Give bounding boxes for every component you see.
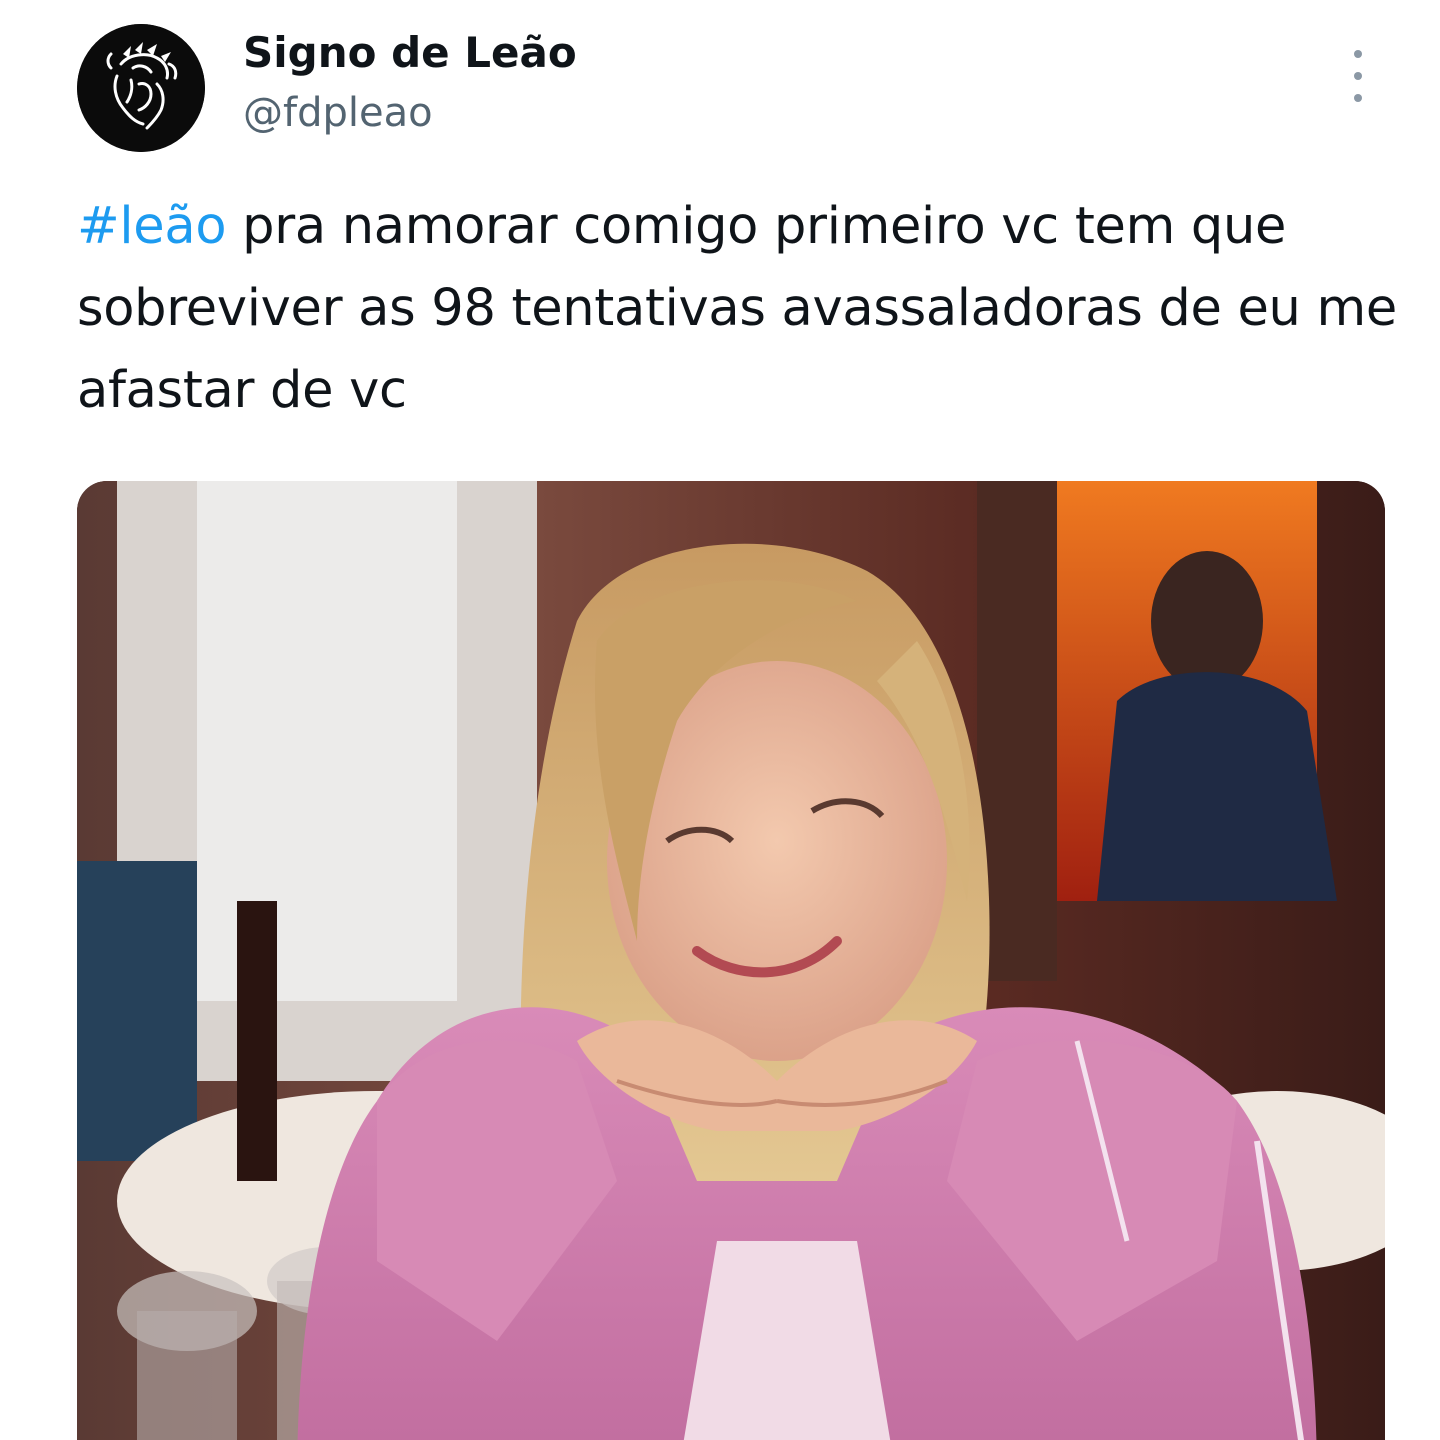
more-options-button[interactable]	[1336, 50, 1380, 102]
hashtag-link[interactable]: #leão	[77, 197, 227, 256]
photo-illustration	[77, 481, 1385, 1440]
more-vertical-icon	[1354, 50, 1362, 58]
avatar[interactable]	[77, 24, 205, 152]
more-vertical-icon-dot	[1354, 72, 1362, 80]
tweet-text: #leão pra namorar comigo primeiro vc tem…	[77, 186, 1407, 432]
more-vertical-icon-dot	[1354, 94, 1362, 102]
tweet-card: Signo de Leão @fdpleao #leão pra namorar…	[0, 0, 1440, 1440]
lion-head-icon	[77, 24, 205, 152]
tweet-media-photo[interactable]	[77, 481, 1385, 1440]
author-handle[interactable]: @fdpleao	[243, 86, 433, 140]
author-display-name[interactable]: Signo de Leão	[243, 26, 577, 80]
tweet-body: pra namorar comigo primeiro vc tem que s…	[77, 197, 1397, 420]
